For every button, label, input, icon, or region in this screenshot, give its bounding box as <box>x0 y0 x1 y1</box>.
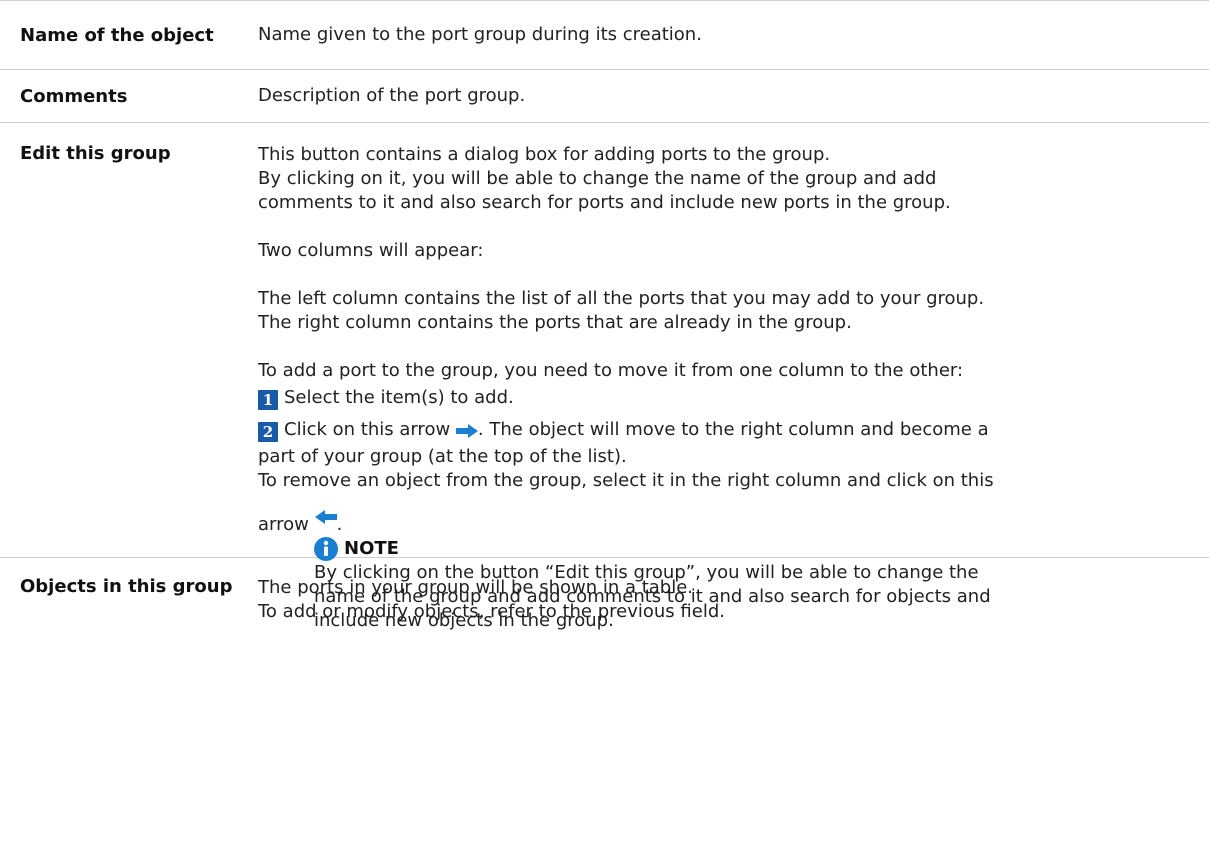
table-row: Objects in this group The ports in your … <box>0 557 1209 637</box>
description-line: part of your group (at the top of the li… <box>258 446 627 467</box>
description-line: The right column contains the ports that… <box>258 312 852 333</box>
description-line: The left column contains the list of all… <box>258 288 985 309</box>
description-line: comments to it and also search for ports… <box>258 192 951 213</box>
description-line: To add a port to the group, you need to … <box>258 360 964 381</box>
number-1-icon: 1 <box>258 390 278 410</box>
field-description: The ports in your group will be shown in… <box>258 558 1209 637</box>
field-name: Edit this group <box>20 143 171 164</box>
step-1: 1 Select the item(s) to add. <box>258 386 1209 410</box>
description-line: To remove an object from the group, sele… <box>258 470 994 491</box>
left-arrow-icon <box>314 507 337 531</box>
description-line: By clicking on it, you will be able to c… <box>258 168 937 189</box>
step-text: Click on this arrow <box>284 419 451 440</box>
step-text: . The object will move to the right colu… <box>477 419 989 440</box>
field-description: This button contains a dialog box for ad… <box>258 123 1209 631</box>
remove-text: arrow <box>258 514 309 535</box>
field-description-table: Name of the object Name given to the por… <box>0 0 1209 637</box>
field-name: Comments <box>20 85 128 107</box>
field-description: Description of the port group. <box>258 85 526 106</box>
field-name: Objects in this group <box>20 576 233 597</box>
step-2: 2 Click on this arrow . The object will m… <box>258 418 1209 445</box>
step-text: Select the item(s) to add. <box>284 387 514 408</box>
description-line: Two columns will appear: <box>258 240 484 261</box>
description-line: This button contains a dialog box for ad… <box>258 144 831 165</box>
field-name: Name of the object <box>20 24 214 46</box>
description-line: arrow . <box>258 507 1209 537</box>
remove-text: . <box>336 514 343 535</box>
table-row: Edit this group This button contains a d… <box>0 122 1209 631</box>
description-line: The ports in your group will be shown in… <box>258 577 694 598</box>
number-2-icon: 2 <box>258 422 278 442</box>
field-description: Name given to the port group during its … <box>258 24 702 45</box>
table-row: Comments Description of the port group. <box>0 69 1209 122</box>
description-line: To add or modify objects, refer to the p… <box>258 601 725 622</box>
right-arrow-icon <box>455 421 478 445</box>
table-row: Name of the object Name given to the por… <box>0 0 1209 69</box>
